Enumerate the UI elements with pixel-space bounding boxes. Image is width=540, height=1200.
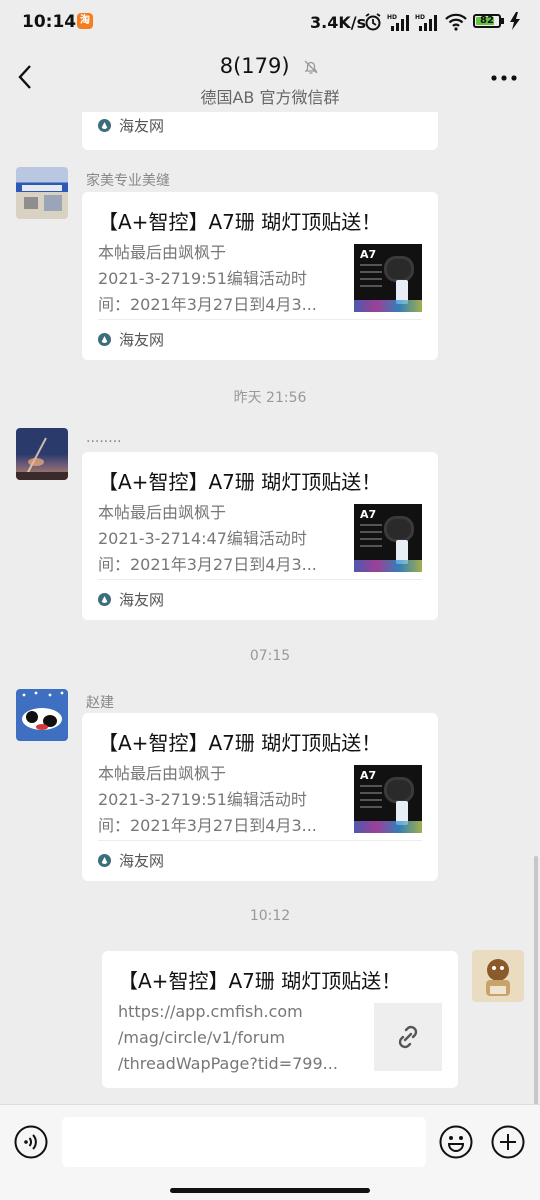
- card-title: 【A+智控】A7珊 瑚灯顶贴送！: [118, 969, 402, 993]
- message-input[interactable]: [62, 1117, 426, 1167]
- card-title: 【A+智控】A7珊 瑚灯顶贴送！: [98, 210, 382, 234]
- source-name: 海友网: [119, 331, 165, 349]
- timestamp: 昨天 21:56: [233, 390, 307, 406]
- card-divider: [98, 840, 422, 841]
- card-desc-line: 间：2021年3月27日到4月3...: [98, 295, 317, 314]
- scrollbar[interactable]: [534, 856, 538, 1104]
- link-card-sent[interactable]: 【A+智控】A7珊 瑚灯顶贴送！ https://app.cmfish.com …: [102, 951, 458, 1088]
- signal-icon-2: HD: [415, 14, 437, 31]
- home-indicator[interactable]: [170, 1188, 370, 1193]
- avatar-image: [22, 185, 62, 211]
- thumb-reef: [354, 300, 422, 312]
- card-desc-line: 2021-3-2714:47编辑活动时: [98, 529, 307, 548]
- chat-header: 8(179) 德国AB 官方微信群: [0, 44, 540, 112]
- card-desc-line: 2021-3-2719:51编辑活动时: [98, 269, 307, 288]
- card-desc: 本帖最后由飒枫于 2021-3-2714:47编辑活动时 间：2021年3月27…: [98, 500, 338, 578]
- card-divider: [98, 579, 422, 580]
- avatar-image: [486, 959, 510, 996]
- thumb-label: A7: [360, 508, 377, 521]
- card-desc-line: 本帖最后由飒枫于: [98, 764, 227, 783]
- svg-text:HD: HD: [387, 14, 397, 21]
- link-thumbnail: [374, 1003, 442, 1071]
- source-name: 海友网: [119, 852, 165, 870]
- status-bar: 10:14 淘 3.4K/s HD HD 82: [0, 0, 540, 44]
- message-card-partial[interactable]: 海友网: [82, 112, 438, 150]
- card-desc-line: 间：2021年3月27日到4月3...: [98, 555, 317, 574]
- card-desc-line: 间：2021年3月27日到4月3...: [98, 816, 317, 835]
- source-name: 海友网: [119, 117, 165, 135]
- thumb-reef: [354, 821, 422, 833]
- avatar[interactable]: [16, 428, 68, 480]
- avatar-image: [16, 437, 68, 480]
- emoji-icon[interactable]: [439, 1125, 473, 1159]
- thumb-device: [384, 516, 414, 542]
- app-badge-icon: 淘: [77, 13, 93, 29]
- group-title-text: 8(179): [219, 54, 290, 78]
- voice-icon[interactable]: [14, 1125, 48, 1159]
- link-card[interactable]: 【A+智控】A7珊 瑚灯顶贴送！ 本帖最后由飒枫于 2021-3-2719:51…: [82, 713, 438, 881]
- card-desc-line: 本帖最后由飒枫于: [98, 503, 227, 522]
- card-desc: 本帖最后由飒枫于 2021-3-2719:51编辑活动时 间：2021年3月27…: [98, 761, 338, 839]
- chat-area[interactable]: 海友网 家美专业美缝 【A+智控】A7珊 瑚灯顶贴送！ 本帖最后由飒枫于 202…: [0, 112, 540, 1104]
- my-avatar[interactable]: [472, 950, 524, 1002]
- group-subtitle: 德国AB 官方微信群: [200, 88, 340, 107]
- avatar[interactable]: [16, 689, 68, 741]
- wifi-icon: [445, 13, 467, 31]
- card-source: 海友网: [98, 115, 164, 136]
- link-card[interactable]: 【A+智控】A7珊 瑚灯顶贴送！ 本帖最后由飒枫于 2021-3-2714:47…: [82, 452, 438, 620]
- card-thumbnail: A7: [354, 504, 422, 572]
- source-name: 海友网: [119, 591, 165, 609]
- source-logo-icon: [98, 119, 111, 132]
- thumb-lines: [360, 785, 382, 813]
- thumb-reef: [354, 560, 422, 572]
- sender-name: ........: [86, 430, 122, 446]
- mute-bell-icon: [304, 60, 318, 74]
- link-icon: [398, 1025, 418, 1049]
- input-bar: [0, 1104, 540, 1200]
- card-source: 海友网: [98, 850, 164, 871]
- thumb-label: A7: [360, 248, 377, 261]
- source-logo-icon: [98, 593, 111, 606]
- battery-icon: 82: [473, 14, 501, 28]
- card-thumbnail: A7: [354, 765, 422, 833]
- svg-text:HD: HD: [415, 14, 425, 21]
- card-divider: [98, 319, 422, 320]
- thumb-label: A7: [360, 769, 377, 782]
- card-desc-line: /threadWapPage?tid=799...: [118, 1054, 338, 1073]
- alarm-icon: [365, 13, 381, 31]
- source-logo-icon: [98, 333, 111, 346]
- timestamp: 07:15: [249, 648, 291, 664]
- net-speed: 3.4K/s: [310, 13, 367, 32]
- card-source: 海友网: [98, 589, 164, 610]
- plus-icon[interactable]: [491, 1125, 525, 1159]
- timestamp: 10:12: [249, 908, 291, 924]
- card-desc-line: /mag/circle/v1/forum: [118, 1028, 286, 1047]
- card-desc: 本帖最后由飒枫于 2021-3-2719:51编辑活动时 间：2021年3月27…: [98, 240, 338, 318]
- card-desc-line: 2021-3-2719:51编辑活动时: [98, 790, 307, 809]
- card-title: 【A+智控】A7珊 瑚灯顶贴送！: [98, 731, 382, 755]
- charging-icon: [510, 12, 520, 30]
- card-desc: https://app.cmfish.com /mag/circle/v1/fo…: [118, 999, 358, 1077]
- thumb-device: [384, 256, 414, 282]
- card-desc-line: 本帖最后由飒枫于: [98, 243, 227, 262]
- thumb-lines: [360, 524, 382, 552]
- avatar[interactable]: [16, 167, 68, 219]
- battery-tip: [501, 18, 504, 24]
- thumb-device: [384, 777, 414, 803]
- more-icon[interactable]: [490, 74, 518, 82]
- link-card[interactable]: 【A+智控】A7珊 瑚灯顶贴送！ 本帖最后由飒枫于 2021-3-2719:51…: [82, 192, 438, 360]
- thumb-lines: [360, 264, 382, 292]
- card-source: 海友网: [98, 329, 164, 350]
- card-title: 【A+智控】A7珊 瑚灯顶贴送！: [98, 470, 382, 494]
- group-title: 8(179): [0, 54, 540, 78]
- sender-name: 家美专业美缝: [86, 173, 170, 189]
- card-desc-line: https://app.cmfish.com: [118, 1002, 303, 1021]
- card-thumbnail: A7: [354, 244, 422, 312]
- status-time: 10:14: [22, 12, 77, 32]
- battery-text: 82: [480, 15, 494, 26]
- sender-name: 赵建: [86, 695, 114, 711]
- source-logo-icon: [98, 854, 111, 867]
- avatar-image: [22, 691, 64, 730]
- signal-icon: HD: [387, 14, 409, 31]
